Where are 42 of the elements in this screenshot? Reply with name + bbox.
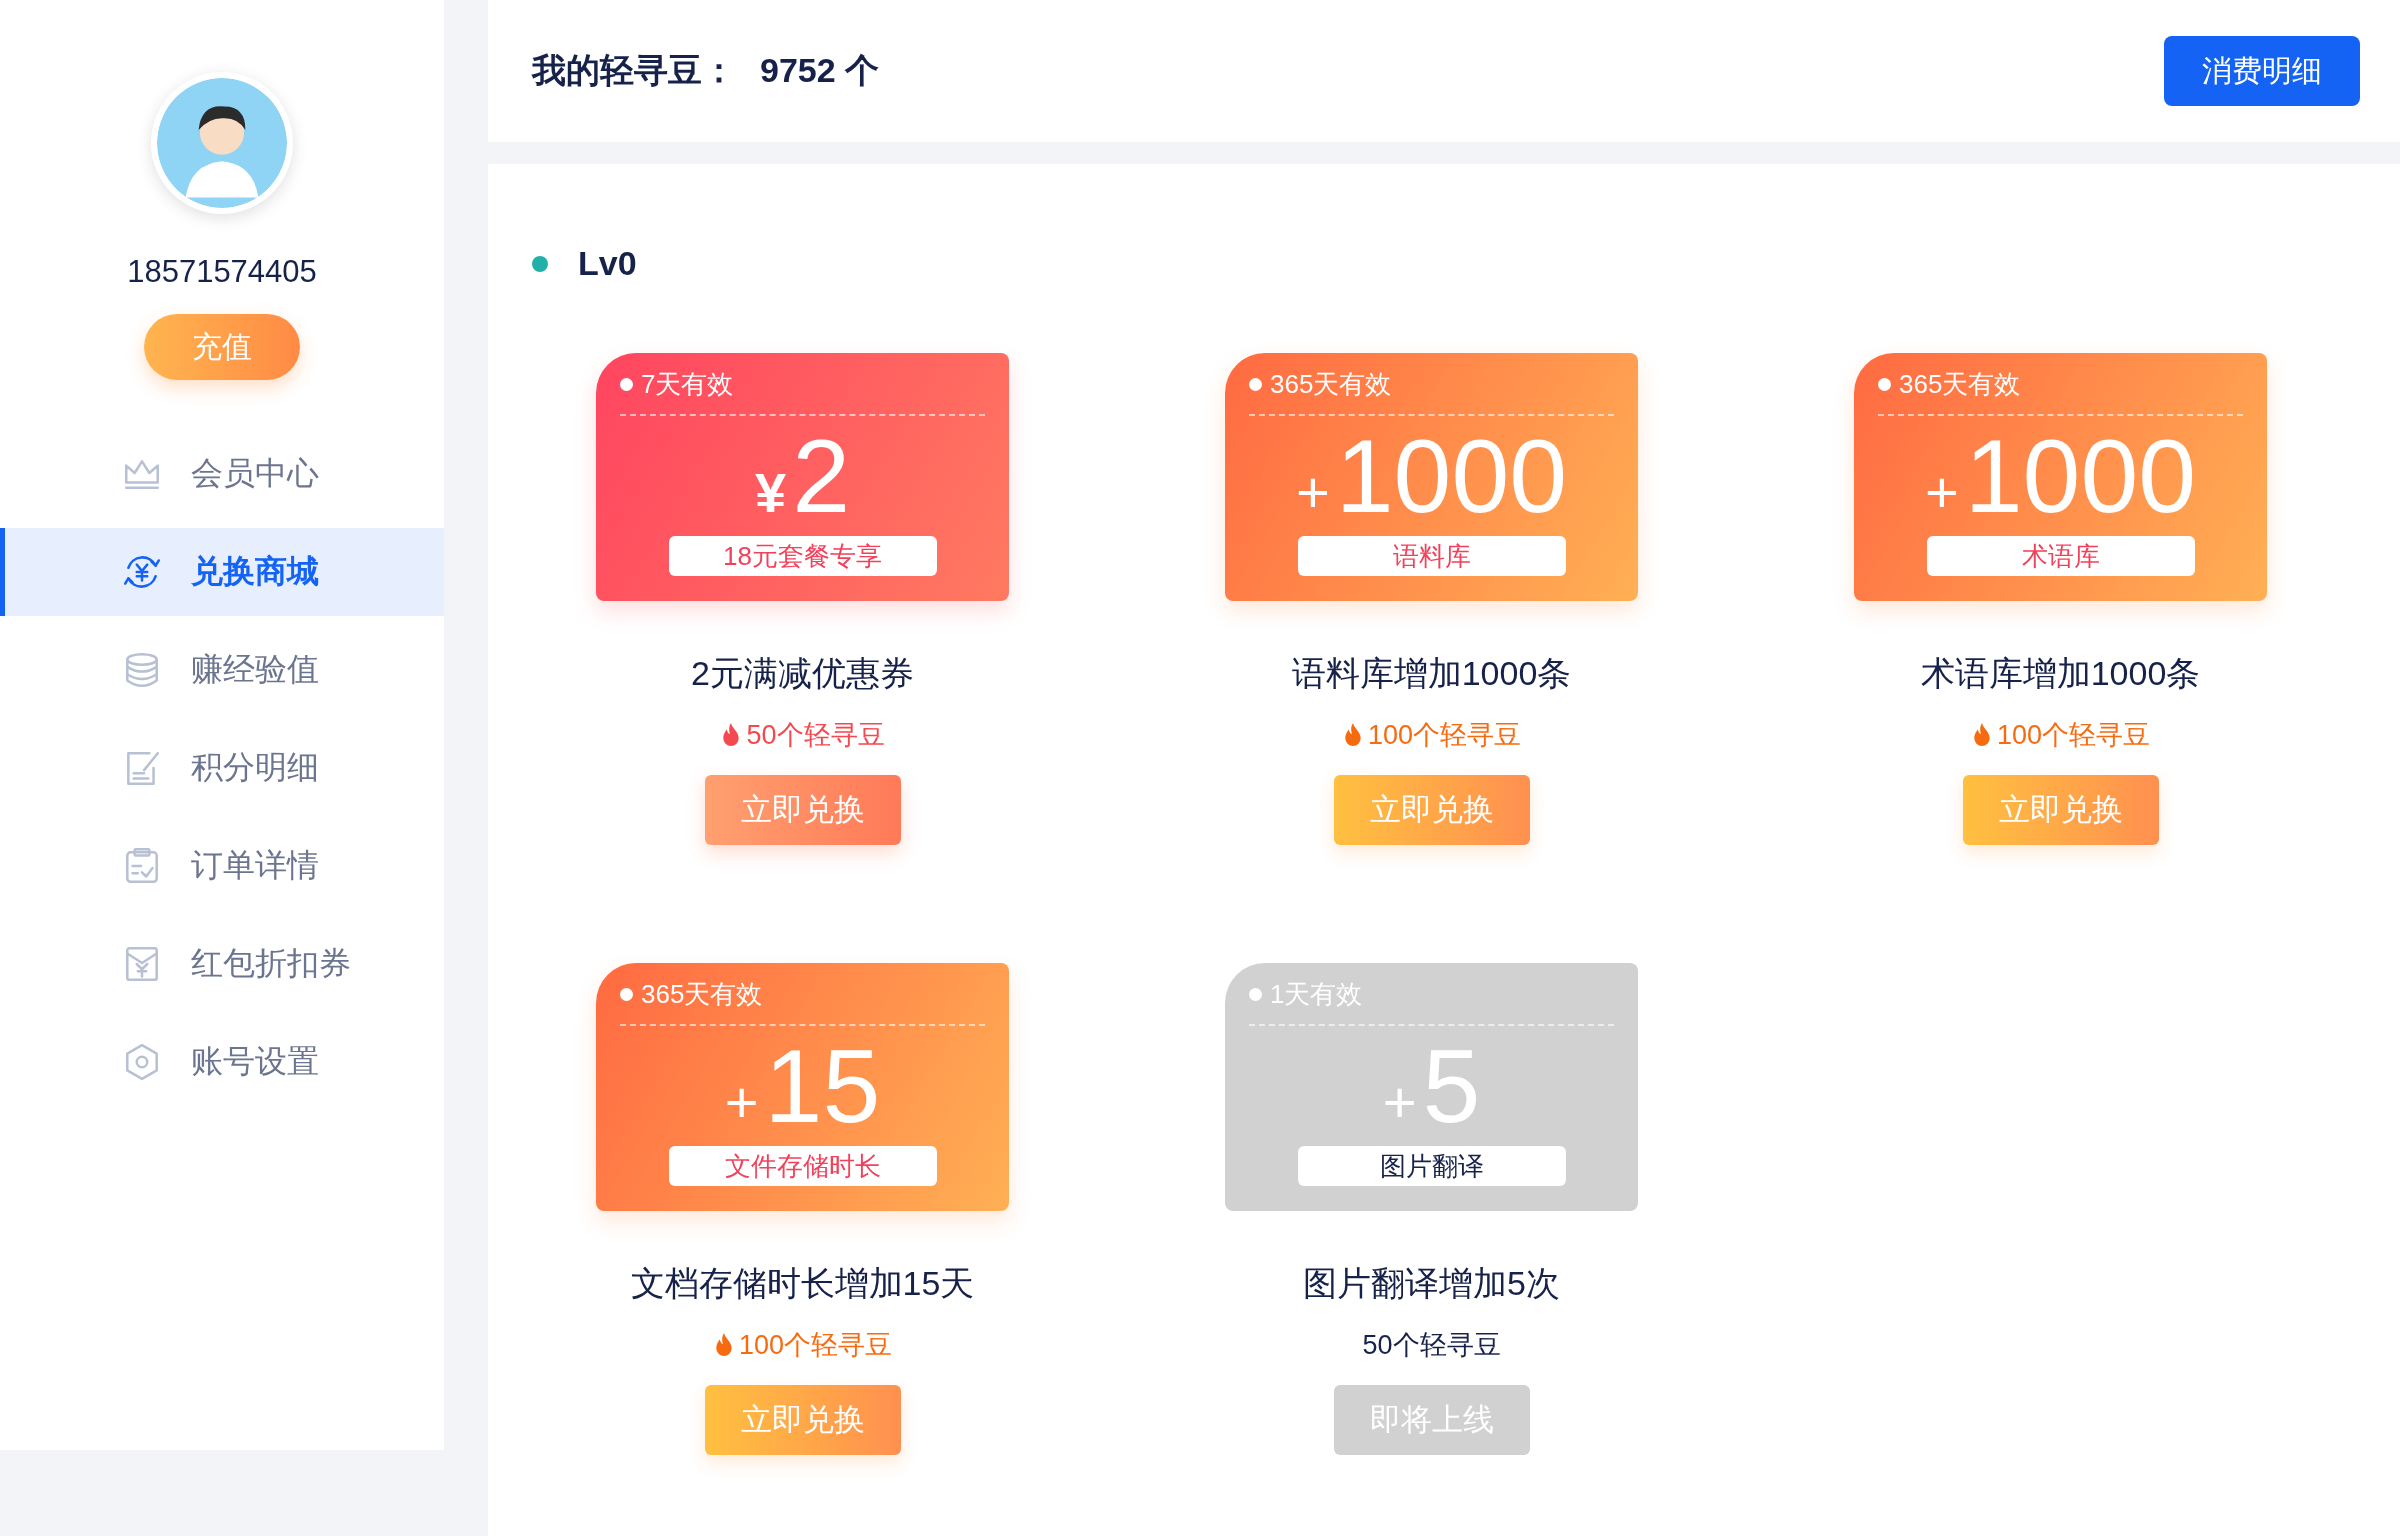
item-price: 100个轻寻豆 [738, 1329, 893, 1362]
sidebar-item[interactable]: 会员中心 [0, 430, 444, 518]
validity-label: 365天有效 [620, 977, 985, 1012]
sidebar-item[interactable]: 积分明细 [0, 724, 444, 812]
validity-label: 365天有效 [1878, 367, 2243, 402]
sidebar-item[interactable]: 账号设置 [0, 1018, 444, 1106]
item-title: 图片翻译增加5次 [1303, 1263, 1560, 1304]
level-label: Lv0 [578, 244, 637, 283]
item-title: 文档存储时长增加15天 [630, 1263, 975, 1304]
amount-value: 1000 [1964, 417, 2197, 536]
card-tag: 语料库 [1297, 536, 1566, 576]
phone-number: 18571574405 [127, 254, 317, 290]
amount-value: 2 [792, 417, 850, 536]
sidebar-item[interactable]: 订单详情 [0, 822, 444, 910]
level-dot-icon [532, 255, 548, 272]
sidebar-item[interactable]: 赚经验值 [0, 626, 444, 714]
sidebar-item[interactable]: 红包折扣券 [0, 920, 444, 1008]
card-tag: 18元套餐专享 [668, 536, 937, 576]
item-title: 2元满减优惠券 [691, 653, 914, 694]
balance-value: 9752 个 [760, 50, 880, 91]
redeem-button[interactable]: 立即兑换 [704, 775, 901, 845]
sidebar-item[interactable]: 兑换商城 [0, 528, 444, 616]
item-title: 语料库增加1000条 [1291, 653, 1572, 694]
item-price: 100个轻寻豆 [1367, 719, 1522, 752]
card-tag: 术语库 [1926, 536, 2195, 576]
amount-prefix: + [1382, 1068, 1417, 1135]
item-price: 50个轻寻豆 [746, 719, 885, 752]
item-price: 50个轻寻豆 [1362, 1329, 1501, 1362]
validity-label: 365天有效 [1249, 367, 1614, 402]
details-button[interactable]: 消费明细 [2164, 36, 2360, 106]
amount-prefix: + [724, 1068, 759, 1135]
card-tag: 文件存储时长 [668, 1146, 937, 1186]
amount-prefix: + [1295, 458, 1330, 525]
card-tag: 图片翻译 [1297, 1146, 1566, 1186]
amount-prefix: ¥ [755, 460, 787, 525]
balance-label: 我的轻寻豆： [532, 50, 736, 91]
item-price: 100个轻寻豆 [1996, 719, 2151, 752]
amount-value: 15 [764, 1027, 881, 1146]
validity-label: 7天有效 [620, 367, 985, 402]
amount-value: 1000 [1335, 417, 1568, 536]
item-title: 术语库增加1000条 [1920, 653, 2201, 694]
amount-prefix: + [1924, 458, 1959, 525]
